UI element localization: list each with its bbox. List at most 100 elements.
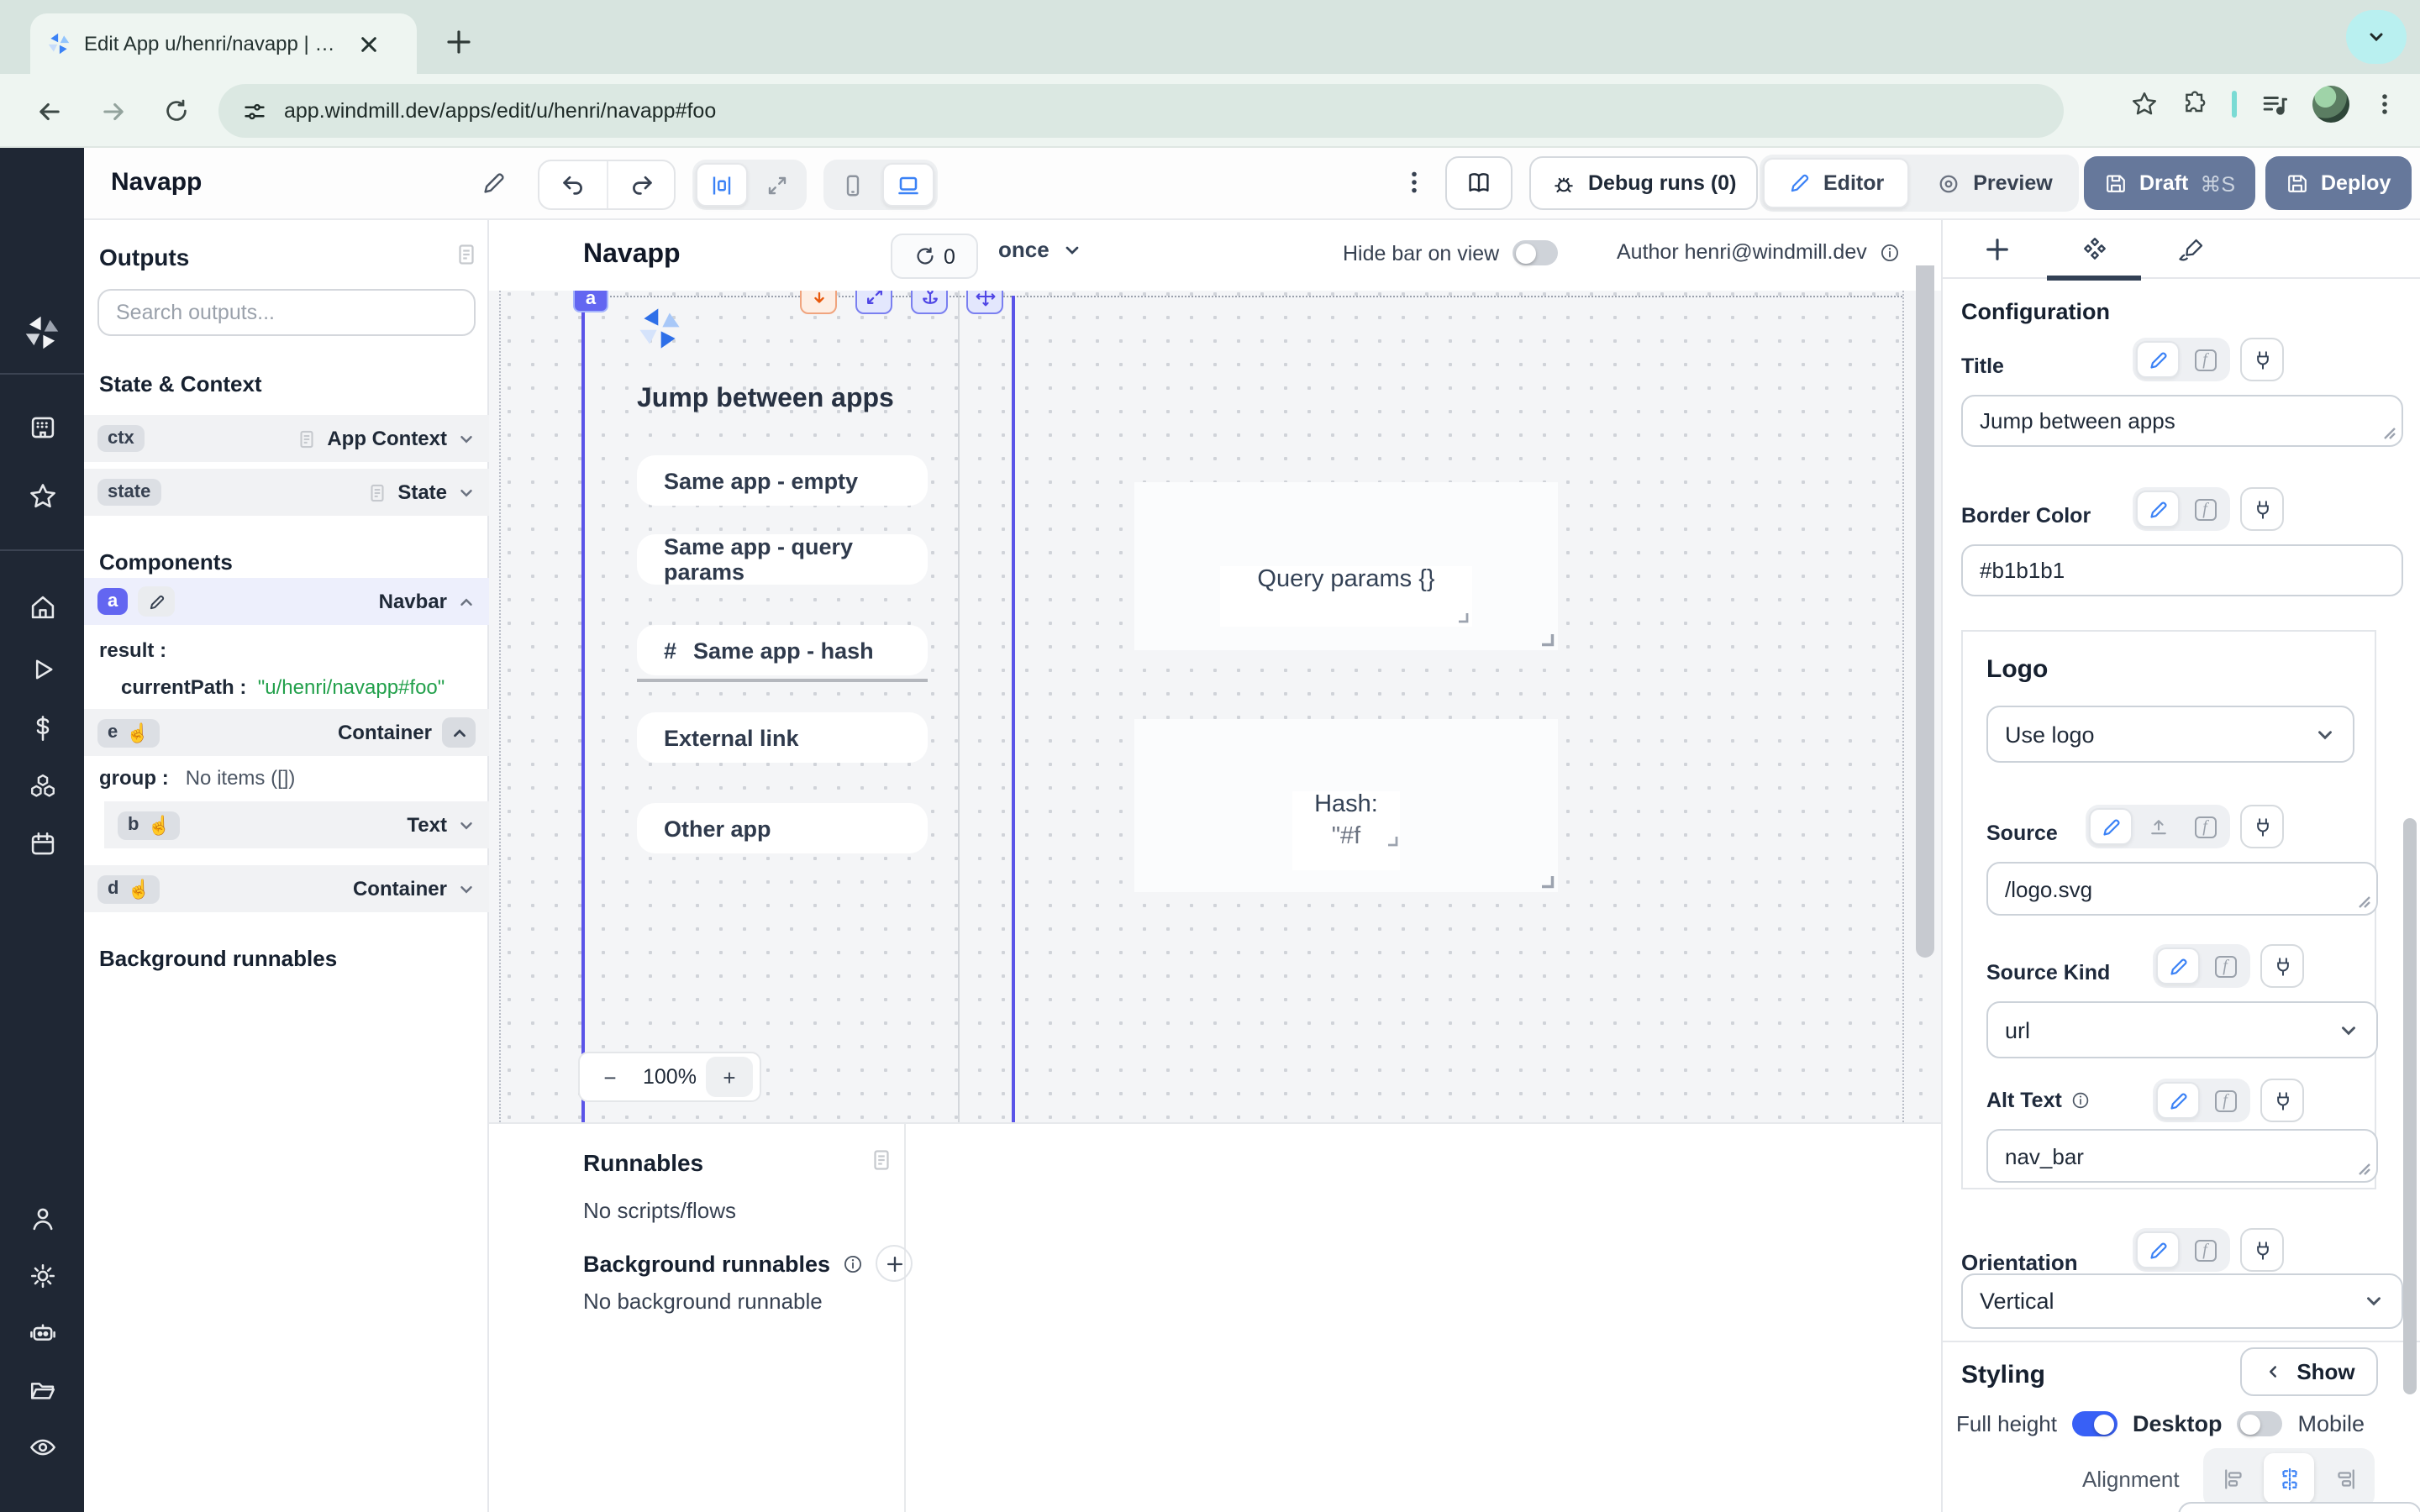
more-options-kebab-icon[interactable] xyxy=(1402,170,1427,195)
sidebar-item-folders[interactable] xyxy=(0,1376,84,1404)
source-kind-select[interactable]: url xyxy=(1986,1001,2378,1058)
component-row-text-b[interactable]: b☝ Text xyxy=(104,801,489,848)
bookmark-star-icon[interactable] xyxy=(2131,91,2158,118)
resize-handle-icon[interactable] xyxy=(1538,630,1555,647)
chevron-up-icon[interactable] xyxy=(457,592,476,611)
canvas-scrollbar[interactable] xyxy=(1916,265,1934,958)
extensions-icon[interactable] xyxy=(2181,91,2208,118)
full-height-desktop-toggle[interactable] xyxy=(2072,1411,2118,1436)
connect-plug-icon[interactable] xyxy=(2260,1079,2304,1122)
runnables-doc-icon[interactable] xyxy=(869,1147,894,1173)
chrome-menu-kebab-icon[interactable] xyxy=(2373,92,2396,116)
undo-button[interactable] xyxy=(539,161,607,208)
new-tab-button[interactable] xyxy=(434,17,484,67)
nav-link-same-app-hash[interactable]: # Same app - hash xyxy=(637,625,928,675)
outputs-doc-icon[interactable] xyxy=(454,242,479,267)
nav-link-same-app-empty[interactable]: Same app - empty xyxy=(637,455,928,506)
fx-expression-icon[interactable]: f xyxy=(2183,1231,2227,1268)
doc-icon[interactable] xyxy=(295,428,317,449)
hide-bar-toggle[interactable] xyxy=(1512,240,1558,265)
static-input-pencil-icon[interactable] xyxy=(2136,491,2180,528)
connect-plug-icon[interactable] xyxy=(2240,338,2284,381)
sidebar-item-runs[interactable] xyxy=(0,655,84,684)
tab-insert-component[interactable] xyxy=(1949,220,2044,279)
component-row-navbar[interactable]: a Navbar xyxy=(84,578,489,625)
chevron-down-icon[interactable] xyxy=(457,816,476,834)
alt-text-input[interactable]: nav_bar xyxy=(1986,1129,2378,1183)
fx-expression-icon[interactable]: f xyxy=(2183,808,2227,845)
refresh-count-button[interactable]: 0 xyxy=(891,234,978,279)
zoom-out-button[interactable]: − xyxy=(587,1057,634,1097)
connect-plug-icon[interactable] xyxy=(2240,805,2284,848)
chevron-down-icon[interactable] xyxy=(457,879,476,898)
profile-avatar[interactable] xyxy=(2312,86,2349,123)
resize-handle-icon[interactable] xyxy=(1385,833,1398,847)
sidebar-item-users[interactable] xyxy=(0,1205,84,1233)
app-canvas[interactable]: a Jump between apps Same app - empty Sam… xyxy=(489,291,1941,1122)
resize-handle-icon[interactable] xyxy=(2383,427,2396,440)
static-input-pencil-icon[interactable] xyxy=(2156,1082,2200,1119)
chevron-down-icon[interactable] xyxy=(457,483,476,501)
fx-expression-icon[interactable]: f xyxy=(2203,948,2247,984)
rename-pencil-icon[interactable] xyxy=(481,170,508,197)
resize-handle-icon[interactable] xyxy=(1455,610,1469,623)
use-logo-select[interactable]: Use logo xyxy=(1986,706,2354,763)
docs-button[interactable] xyxy=(1445,156,1512,210)
chevron-down-icon[interactable] xyxy=(457,429,476,448)
tab-search-chevron-button[interactable] xyxy=(2346,10,2407,64)
component-row-container-d[interactable]: d☝ Container xyxy=(84,865,489,912)
edit-id-pencil-icon[interactable] xyxy=(138,586,175,617)
connect-plug-icon[interactable] xyxy=(2240,1228,2284,1272)
sidebar-item-apps[interactable] xyxy=(0,413,84,442)
search-input[interactable] xyxy=(97,289,476,336)
desktop-view-button[interactable] xyxy=(882,163,934,207)
fx-expression-icon[interactable]: f xyxy=(2183,341,2227,378)
static-input-pencil-icon[interactable] xyxy=(2136,1231,2180,1268)
sidebar-item-audit-logs[interactable] xyxy=(0,1433,84,1462)
move-component-button[interactable] xyxy=(966,291,1003,314)
chevron-up-icon[interactable] xyxy=(442,717,476,748)
forward-icon[interactable] xyxy=(87,86,138,136)
fx-expression-icon[interactable]: f xyxy=(2183,491,2227,528)
back-icon[interactable] xyxy=(24,86,74,136)
sidebar-item-home[interactable] xyxy=(0,593,84,622)
static-input-pencil-icon[interactable] xyxy=(2136,341,2180,378)
tab-component-settings[interactable] xyxy=(2047,220,2141,279)
windmill-logo-icon[interactable] xyxy=(0,314,84,351)
browser-tab[interactable]: Edit App u/henri/navapp | Win xyxy=(30,13,417,74)
align-right-icon[interactable] xyxy=(2319,1453,2370,1504)
run-mode-dropdown[interactable]: once xyxy=(998,237,1083,262)
sidebar-item-schedules[interactable] xyxy=(0,830,84,858)
centered-layout-button[interactable] xyxy=(696,163,748,207)
static-input-pencil-icon[interactable] xyxy=(2156,948,2200,984)
anchor-button[interactable] xyxy=(911,291,948,314)
redo-button[interactable] xyxy=(607,161,674,208)
tab-preview[interactable]: Preview xyxy=(1912,158,2076,208)
resize-handle-icon[interactable] xyxy=(2358,1163,2371,1176)
expand-down-button[interactable] xyxy=(800,291,837,314)
expand-component-button[interactable] xyxy=(855,291,892,314)
reload-icon[interactable] xyxy=(151,86,202,136)
align-center-icon[interactable] xyxy=(2264,1453,2314,1504)
sidebar-item-settings[interactable] xyxy=(0,1262,84,1290)
orientation-select[interactable]: Vertical xyxy=(1961,1273,2403,1329)
sidebar-item-favorites[interactable] xyxy=(0,482,84,511)
site-settings-icon[interactable] xyxy=(242,98,267,123)
sidebar-item-variables[interactable] xyxy=(0,714,84,743)
fx-expression-icon[interactable]: f xyxy=(2203,1082,2247,1119)
media-queue-icon[interactable] xyxy=(2260,90,2289,118)
add-background-runnable-button[interactable] xyxy=(876,1245,913,1282)
full-height-mobile-toggle[interactable] xyxy=(2238,1411,2283,1436)
component-row-container-e[interactable]: e☝ Container xyxy=(84,709,489,756)
hash-box[interactable]: Hash: "#f xyxy=(1134,719,1558,892)
resize-handle-icon[interactable] xyxy=(2358,895,2371,909)
nav-link-other-app[interactable]: Other app xyxy=(637,803,928,853)
tab-close-icon[interactable] xyxy=(360,34,378,53)
info-icon[interactable] xyxy=(842,1252,864,1274)
output-row-state[interactable]: state State xyxy=(84,469,489,516)
selected-component-badge[interactable]: a xyxy=(573,291,608,312)
nav-link-same-app-query-params[interactable]: Same app - query params xyxy=(637,534,928,585)
output-row-ctx[interactable]: ctx App Context xyxy=(84,415,489,462)
border-color-input[interactable]: #b1b1b1 xyxy=(1961,544,2403,596)
mobile-view-button[interactable] xyxy=(827,163,879,207)
